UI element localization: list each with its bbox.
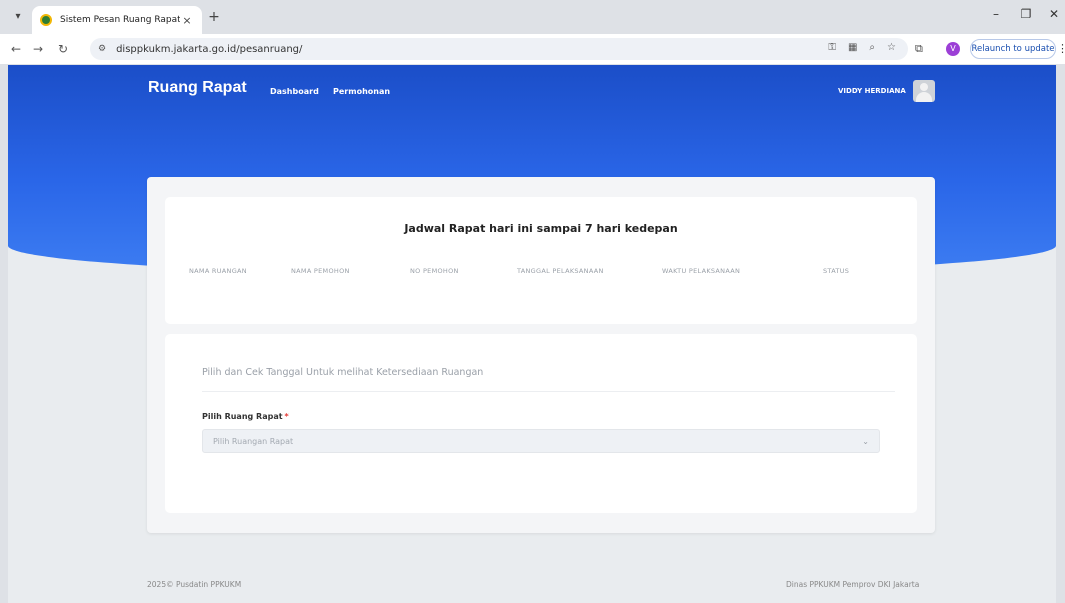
user-name[interactable]: VIDDY HERDIANA <box>838 87 906 95</box>
url-text[interactable]: disppkukm.jakarta.go.id/pesanruang/ <box>116 44 302 55</box>
column-header-nama-ruangan: NAMA RUANGAN <box>189 267 247 275</box>
forward-icon[interactable]: → <box>30 41 46 57</box>
availability-subtitle: Pilih dan Cek Tanggal Untuk melihat Kete… <box>202 367 484 378</box>
column-header-no-pemohon: NO PEMOHON <box>410 267 459 275</box>
column-header-nama-pemohon: NAMA PEMOHON <box>291 267 350 275</box>
footer-copyright: 2025© Pusdatin PPKUKM <box>147 580 242 589</box>
main-card: Jadwal Rapat hari ini sampai 7 hari kede… <box>147 177 935 533</box>
schedule-card: Jadwal Rapat hari ini sampai 7 hari kede… <box>165 197 917 324</box>
menu-icon[interactable]: ⋮ <box>1057 42 1065 55</box>
room-select[interactable]: Pilih Ruangan Rapat ⌄ <box>202 429 880 453</box>
browser-toolbar: ← → ↻ ⚙ disppkukm.jakarta.go.id/pesanrua… <box>0 34 1065 64</box>
profile-avatar[interactable]: V <box>946 42 960 56</box>
minimize-icon[interactable]: – <box>982 7 1010 21</box>
new-tab-button[interactable]: + <box>206 9 222 25</box>
tab-strip: ▾ Sistem Pesan Ruang Rapat × + – ❐ ✕ <box>0 0 1065 34</box>
page-viewport: Ruang Rapat Dashboard Permohonan VIDDY H… <box>8 65 1056 603</box>
relaunch-button[interactable]: Relaunch to update <box>970 39 1056 59</box>
column-header-waktu: WAKTU PELAKSANAAN <box>662 267 741 275</box>
reload-icon[interactable]: ↻ <box>55 41 71 57</box>
user-avatar[interactable] <box>913 80 935 102</box>
password-key-icon[interactable]: ⚿ <box>828 42 836 53</box>
tab-title: Sistem Pesan Ruang Rapat <box>60 15 180 25</box>
address-bar[interactable]: ⚙ disppkukm.jakarta.go.id/pesanruang/ ⚿ … <box>90 38 908 60</box>
column-header-tanggal: TANGGAL PELAKSANAAN <box>517 267 604 275</box>
schedule-title: Jadwal Rapat hari ini sampai 7 hari kede… <box>404 222 678 235</box>
close-window-icon[interactable]: ✕ <box>1040 7 1065 21</box>
zoom-icon[interactable]: ⌕ <box>869 42 875 53</box>
column-header-status: STATUS <box>823 267 850 275</box>
extensions-icon[interactable]: ⧉ <box>915 42 923 56</box>
site-info-icon[interactable]: ⚙ <box>98 44 106 54</box>
brand-logo[interactable]: Ruang Rapat <box>148 79 247 97</box>
back-icon[interactable]: ← <box>8 41 24 57</box>
browser-tab[interactable]: Sistem Pesan Ruang Rapat × <box>32 6 202 34</box>
restore-icon[interactable]: ❐ <box>1012 7 1040 21</box>
room-select-label-text: Pilih Ruang Rapat <box>202 412 283 421</box>
footer-agency: Dinas PPKUKM Pemprov DKI Jakarta <box>786 580 920 589</box>
divider <box>202 391 895 392</box>
tab-close-icon[interactable]: × <box>180 14 194 27</box>
availability-card: Pilih dan Cek Tanggal Untuk melihat Kete… <box>165 334 917 513</box>
chevron-down-icon: ⌄ <box>862 436 869 446</box>
required-mark: * <box>284 412 289 421</box>
room-select-value: Pilih Ruangan Rapat <box>213 436 294 446</box>
site-favicon-icon <box>40 14 52 26</box>
tab-search-chevron-icon[interactable]: ▾ <box>10 9 26 25</box>
room-select-label: Pilih Ruang Rapat * <box>202 412 289 421</box>
nav-permohonan[interactable]: Permohonan <box>333 87 390 96</box>
bookmark-star-icon[interactable]: ☆ <box>887 42 896 53</box>
nav-dashboard[interactable]: Dashboard <box>270 87 319 96</box>
translate-icon[interactable]: ▦ <box>848 42 857 53</box>
